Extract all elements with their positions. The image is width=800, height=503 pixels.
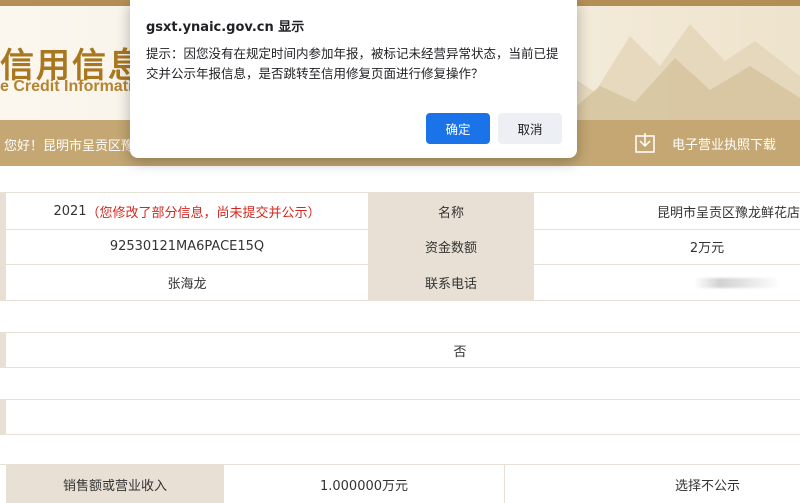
mountain-landscape-image	[540, 24, 800, 120]
operator-name: 张海龙	[167, 277, 207, 292]
download-icon	[635, 133, 655, 153]
license-download-label: 电子营业执照下载	[672, 137, 777, 153]
table-row: 92530121MA6PACE15Q 资金数额 2万元	[0, 229, 800, 265]
phone-value-redacted	[534, 265, 800, 300]
report-year: 2021	[53, 203, 87, 219]
row-stub	[0, 400, 6, 434]
report-year-cell: 2021 （您修改了部分信息，尚未提交并公示）	[6, 193, 368, 229]
credit-code: 92530121MA6PACE15Q	[109, 239, 265, 254]
annual-report-table: 2021 （您修改了部分信息，尚未提交并公示） 名称 昆明市呈贡区豫龙鲜花店 9…	[0, 166, 800, 503]
unsubmitted-notice: （您修改了部分信息，尚未提交并公示）	[86, 205, 321, 221]
yes-no-value: 否	[453, 344, 467, 360]
table-row: 2021 （您修改了部分信息，尚未提交并公示） 名称 昆明市呈贡区豫龙鲜花店	[0, 192, 800, 230]
name-label: 名称	[368, 193, 534, 229]
business-name: 昆明市呈贡区豫龙鲜花店	[656, 205, 800, 221]
confirm-dialog: gsxt.ynaic.gov.cn 显示 提示：因您没有在规定时间内参加年报，被…	[130, 0, 577, 158]
capital-amount-label: 资金数额	[368, 229, 534, 264]
revenue-value: 1.000000万元	[319, 478, 409, 494]
cancel-button[interactable]: 取消	[498, 113, 562, 144]
site-title-english: e Credit Informatio	[0, 78, 143, 95]
revenue-disclosure: 选择不公示	[504, 465, 800, 503]
redacted-phone-blur	[694, 277, 780, 288]
table-row: 张海龙 联系电话	[0, 265, 800, 301]
phone-label: 联系电话	[368, 265, 534, 300]
license-download-link[interactable]: 电子营业执照下载	[634, 132, 776, 154]
ok-button[interactable]: 确定	[426, 113, 490, 144]
table-row: 销售额或营业收入 1.000000万元 选择不公示	[0, 464, 800, 503]
dialog-title: gsxt.ynaic.gov.cn 显示	[146, 20, 305, 35]
table-row: 否	[0, 332, 800, 368]
revenue-label: 销售额或营业收入	[6, 465, 224, 503]
capital-amount: 2万元	[689, 241, 725, 256]
dialog-message: 提示：因您没有在规定时间内参加年报，被标记未经营异常状态，当前已提交并公示年报信…	[146, 46, 559, 81]
user-greeting: 您好！昆明市呈贡区豫	[4, 139, 135, 154]
table-row	[0, 399, 800, 435]
